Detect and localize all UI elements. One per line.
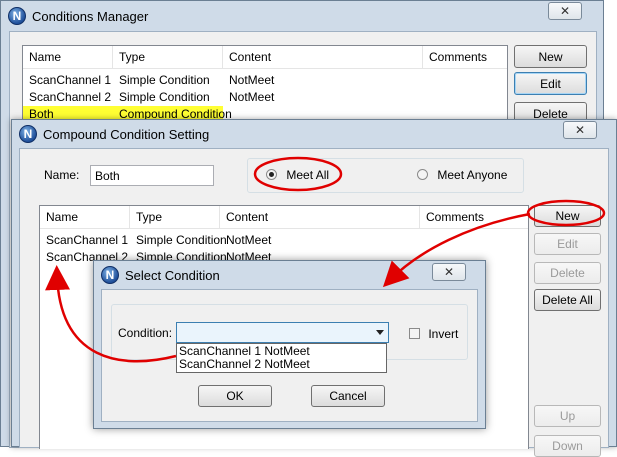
table-header: Name Type Content Comments — [23, 46, 507, 69]
table-row[interactable]: ScanChannel 1 Simple Condition NotMeet — [23, 72, 507, 89]
column-header-comments[interactable]: Comments — [423, 46, 507, 68]
ok-button[interactable]: OK — [198, 385, 272, 407]
condition-dropdown-list[interactable]: ScanChannel 1 NotMeet ScanChannel 2 NotM… — [176, 343, 387, 373]
radio-selected-icon — [266, 169, 277, 181]
compound-new-button[interactable]: New — [534, 205, 601, 227]
app-logo-icon: N — [8, 7, 26, 25]
select-client-area: Condition: ScanChannel 1 NotMeet ScanCha… — [101, 289, 478, 422]
select-titlebar: N Select Condition — [94, 261, 485, 289]
manager-close-button[interactable]: ✕ — [548, 2, 582, 20]
compound-up-button[interactable]: Up — [534, 405, 601, 427]
table-header: Name Type Content Comments — [40, 206, 528, 229]
table-row[interactable]: ScanChannel 1 Simple Condition NotMeet — [40, 232, 528, 249]
meet-all-radio[interactable]: Meet All — [266, 167, 329, 182]
column-header-type[interactable]: Type — [130, 206, 220, 228]
manager-titlebar: N Conditions Manager — [1, 1, 603, 31]
compound-edit-button[interactable]: Edit — [534, 233, 601, 255]
column-header-content[interactable]: Content — [220, 206, 420, 228]
column-header-name[interactable]: Name — [23, 46, 113, 68]
close-icon: ✕ — [559, 4, 571, 18]
dropdown-arrow-icon[interactable] — [376, 330, 384, 335]
select-title: Select Condition — [125, 267, 220, 283]
condition-combobox[interactable] — [176, 322, 389, 343]
radio-unselected-icon — [417, 169, 428, 181]
meet-anyone-radio[interactable]: Meet Anyone — [417, 167, 507, 182]
checkbox-unchecked-icon — [409, 328, 420, 340]
select-condition-dialog: N Select Condition ✕ Condition: ScanChan… — [93, 260, 486, 429]
close-icon: ✕ — [574, 123, 586, 137]
compound-close-button[interactable]: ✕ — [563, 121, 597, 139]
compound-titlebar: N Compound Condition Setting — [12, 120, 616, 148]
manager-edit-button[interactable]: Edit — [514, 72, 587, 95]
column-header-comments[interactable]: Comments — [420, 206, 528, 228]
app-logo-icon: N — [101, 266, 119, 284]
compound-down-button[interactable]: Down — [534, 435, 601, 457]
column-header-content[interactable]: Content — [223, 46, 423, 68]
manager-title: Conditions Manager — [32, 8, 149, 24]
invert-checkbox[interactable]: Invert — [409, 326, 458, 341]
compound-delete-all-button[interactable]: Delete All — [534, 289, 601, 311]
manager-new-button[interactable]: New — [514, 45, 587, 68]
condition-label: Condition: — [118, 326, 173, 340]
close-icon: ✕ — [443, 265, 455, 279]
compound-delete-button[interactable]: Delete — [534, 262, 601, 284]
compound-title: Compound Condition Setting — [43, 126, 210, 142]
column-header-type[interactable]: Type — [113, 46, 223, 68]
name-input[interactable]: Both — [90, 165, 214, 186]
select-close-button[interactable]: ✕ — [432, 263, 466, 281]
dropdown-option[interactable]: ScanChannel 2 NotMeet — [179, 358, 386, 371]
name-label: Name: — [44, 168, 80, 182]
column-header-name[interactable]: Name — [40, 206, 130, 228]
table-row[interactable]: ScanChannel 2 Simple Condition NotMeet — [23, 89, 507, 106]
app-logo-icon: N — [19, 125, 37, 143]
cancel-button[interactable]: Cancel — [311, 385, 385, 407]
